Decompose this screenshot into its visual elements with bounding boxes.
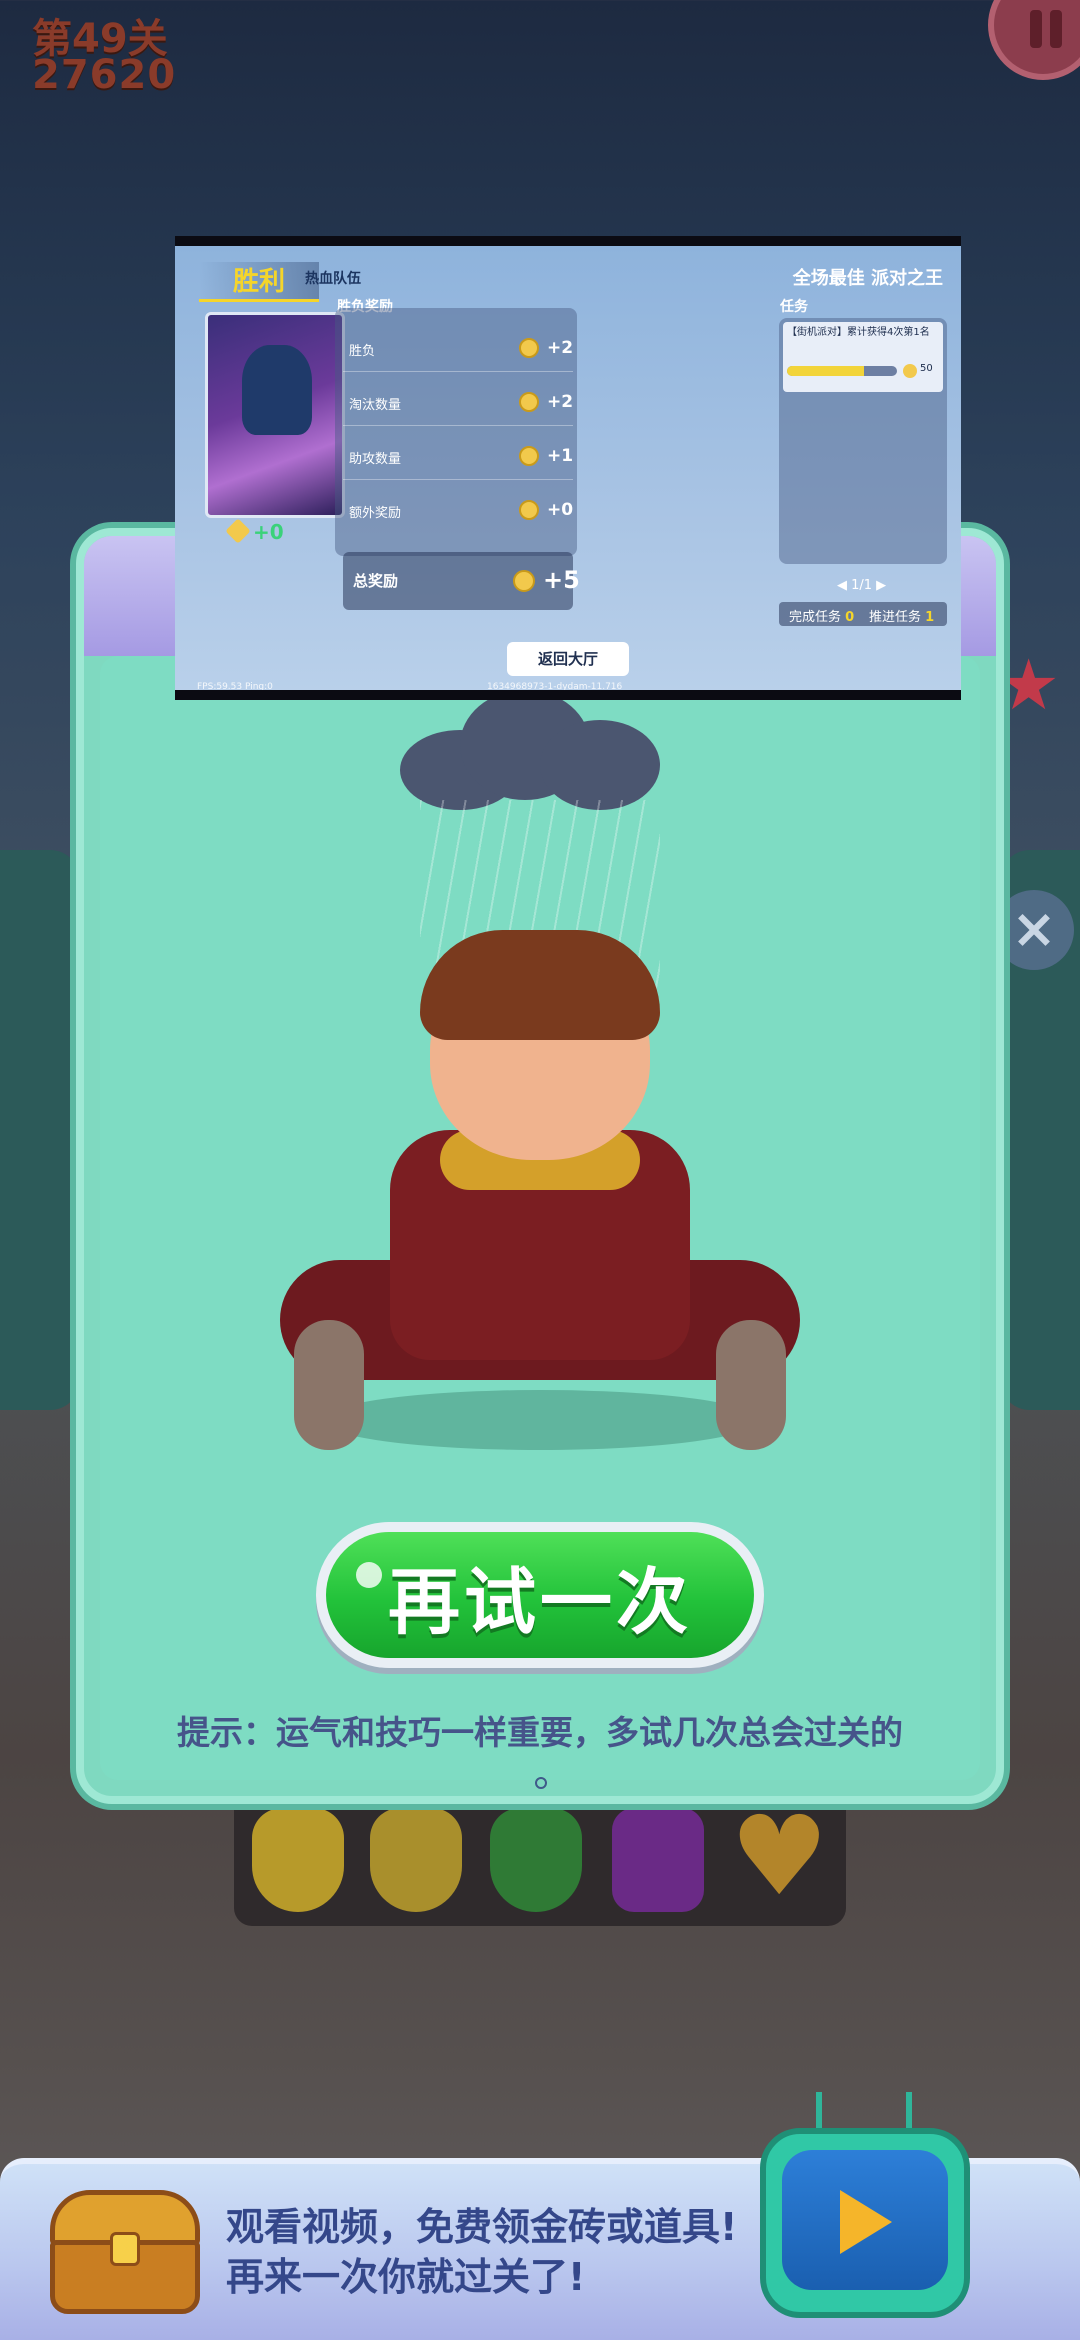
reward-label: 助攻数量 [349,452,402,467]
player-avatar [242,345,312,435]
reward-value: +2 [547,392,574,412]
tv-antenna [816,2092,912,2132]
reward-label: 淘汰数量 [349,398,402,413]
chest-lock [110,2232,140,2266]
candy-acorn-green[interactable] [490,1808,582,1912]
character-hair [420,930,660,1040]
candy-heart-gold[interactable]: ♥ [730,1801,829,1912]
task-pager[interactable]: ◀ 1/1 ▶ [837,578,886,593]
coin-icon [519,446,539,466]
candy-acorn-yellow[interactable] [370,1808,462,1912]
coin-icon [519,338,539,358]
total-reward-value: +5 [543,566,580,594]
task-push-label: 推进任务 [869,610,922,625]
reward-value: +2 [547,338,574,358]
ad-text-line2: 再来一次你就过关了! [226,2255,586,2299]
task-done-label: 完成任务 [789,610,842,625]
coin-icon [519,392,539,412]
board-side-left [0,850,80,1410]
reward-row: 淘汰数量 +2 [343,382,573,426]
coin-icon [903,364,917,378]
candy-acorn-yellow[interactable] [252,1808,344,1912]
player-card [205,312,345,518]
task-push-count: 1 [925,610,935,625]
coin-icon [519,500,539,520]
character-shoe-left [294,1320,364,1450]
debug-id: 1634968973-1-dydam-11.716 [487,682,623,692]
team-label: 热血队伍 [305,271,361,287]
task-push: 推进任务 1 [869,606,934,625]
play-icon [840,2190,892,2254]
debug-fps: FPS:59.53 Ping:0 [197,682,273,692]
sad-character [280,930,800,1470]
star-icon: ★ [997,644,1060,726]
retry-button-label: 再试一次 [326,1532,754,1658]
reward-label: 胜负 [349,344,376,359]
task-reward-value: 50 [920,363,933,374]
tasks-heading: 任务 [780,299,808,315]
gem-icon [225,518,251,544]
tip-text: 提示：运气和技巧一样重要，多试几次总会过关的 [177,1713,903,1752]
character-shadow [320,1390,760,1450]
reward-value: +0 [547,500,574,520]
gem-count: +0 [253,520,284,544]
watch-video-button[interactable] [760,2092,970,2322]
reward-row: 胜负 +2 [343,328,573,372]
character-shoe-right [716,1320,786,1450]
victory-title: 胜利 [199,262,319,302]
retry-button[interactable]: 再试一次 [316,1522,764,1668]
return-lobby-button[interactable]: 返回大厅 [507,642,629,676]
reward-row: 额外奖励 +0 [343,490,573,534]
ad-text-line1: 观看视频，免费领金砖或道具! [226,2205,738,2249]
victory-result-panel: 胜利 热血队伍 全场最佳 派对之王 +0 胜负奖励 胜负 +2 淘汰数量 +2 … [175,236,961,700]
task-progress-fill [787,366,864,376]
score-display: 27620 [32,52,177,98]
total-reward-row: 总奖励 +5 [343,552,580,610]
rain-cloud-icon [400,690,660,810]
candy-jelly-purple[interactable] [612,1808,704,1912]
close-icon[interactable]: × [994,890,1074,970]
chest-icon [50,2190,200,2314]
mvp-label: 全场最佳 派对之王 [792,268,943,289]
reward-label: 额外奖励 [349,506,402,521]
pause-icon [1030,10,1042,48]
task-progress-bar [787,366,897,376]
task-done-count: 0 [845,610,855,625]
task-text: 【街机派对】累计获得4次第1名 [787,327,930,338]
reward-row: 助攻数量 +1 [343,436,573,480]
task-done: 完成任务 0 [789,606,854,625]
coin-icon [513,570,535,592]
page-indicator-dot [535,1777,547,1789]
reward-value: +1 [547,446,574,466]
pause-icon [1050,10,1062,48]
total-reward-label: 总奖励 [353,572,399,590]
button-gloss [356,1562,382,1588]
